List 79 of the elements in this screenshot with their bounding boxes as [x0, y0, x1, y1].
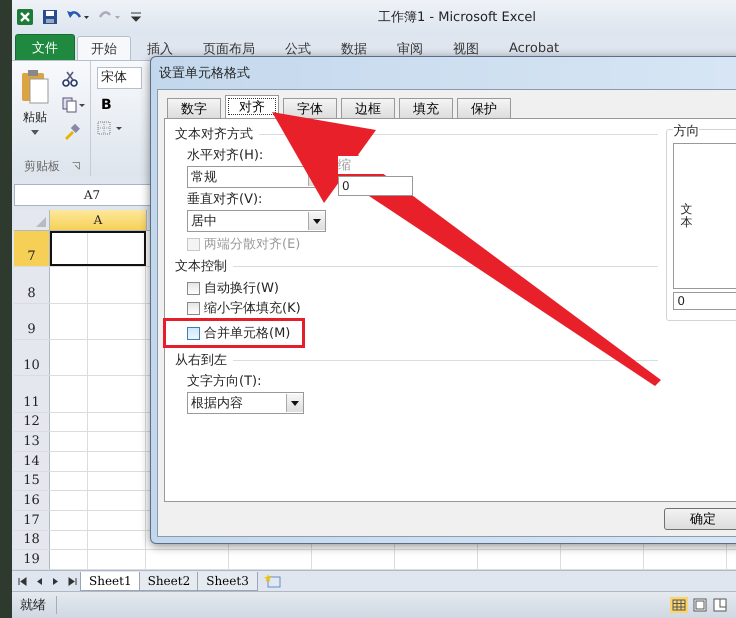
- text-direction-select[interactable]: 根据内容: [187, 392, 304, 414]
- scissors-icon[interactable]: [62, 71, 78, 87]
- dropdown-icon: [291, 400, 299, 406]
- row-header[interactable]: 8: [14, 267, 50, 303]
- normal-view-icon[interactable]: [670, 597, 688, 613]
- row-header[interactable]: 12: [14, 412, 50, 432]
- orientation-text: 文本: [680, 202, 692, 230]
- font-name-field[interactable]: 宋体: [97, 67, 142, 89]
- ribbon-tab[interactable]: 视图: [439, 36, 493, 60]
- paste-label[interactable]: 粘贴: [23, 109, 47, 126]
- clipboard-icon[interactable]: [20, 69, 50, 105]
- field-label: 垂直对齐(V):: [187, 191, 264, 208]
- checkbox-label: 两端分散对齐(E): [204, 236, 300, 253]
- next-sheet-icon[interactable]: [52, 576, 59, 586]
- grid-cell[interactable]: [50, 231, 146, 266]
- field-label: 文字方向(T):: [187, 373, 262, 390]
- row-header[interactable]: 13: [14, 432, 50, 452]
- section-heading: 文本控制: [175, 258, 227, 275]
- dialog-tab[interactable]: 填充: [399, 98, 453, 118]
- dialog-tab[interactable]: 数字: [167, 98, 221, 118]
- sheet-tab[interactable]: Sheet2: [138, 572, 200, 590]
- row-header[interactable]: 15: [14, 472, 50, 490]
- dialog-tab[interactable]: 对齐: [225, 95, 279, 118]
- dropdown-icon: [313, 218, 321, 224]
- dialog-title: 设置单元格格式: [159, 65, 250, 82]
- page-break-view-icon[interactable]: [712, 597, 728, 613]
- ok-button[interactable]: 确定: [664, 508, 736, 530]
- dialog-tab[interactable]: 保护: [457, 98, 511, 118]
- section-heading: 从右到左: [175, 352, 227, 369]
- checkbox[interactable]: [187, 282, 200, 294]
- checkbox-label: 缩小字体填充(K): [204, 300, 301, 317]
- sheet-tab[interactable]: Sheet1: [80, 572, 141, 590]
- row-header[interactable]: 14: [14, 452, 50, 471]
- sheet-tab[interactable]: Sheet3: [197, 572, 258, 590]
- ribbon-tab[interactable]: 数据: [327, 36, 381, 60]
- copy-icon[interactable]: [62, 97, 86, 113]
- new-sheet-icon[interactable]: [264, 574, 282, 588]
- caret-icon[interactable]: [31, 130, 39, 135]
- section-heading: 文本对齐方式: [175, 126, 253, 143]
- ribbon-tab[interactable]: Acrobat: [495, 36, 574, 60]
- section-heading: 方向: [673, 122, 700, 140]
- row-header[interactable]: 9: [14, 304, 50, 340]
- last-sheet-icon[interactable]: [68, 576, 77, 586]
- orientation-box[interactable]: 文本: [673, 143, 736, 289]
- dialog-tab[interactable]: 边框: [341, 98, 395, 118]
- bold-button[interactable]: B: [97, 97, 115, 113]
- ribbon-tab[interactable]: 开始: [77, 36, 131, 60]
- page-layout-view-icon[interactable]: [692, 597, 708, 613]
- row-header[interactable]: 7: [14, 231, 50, 266]
- degrees-field[interactable]: 0: [673, 292, 736, 310]
- group-label: 剪贴板: [24, 158, 60, 174]
- window-title: 工作簿1 - Microsoft Excel: [378, 9, 536, 26]
- borders-icon[interactable]: [97, 121, 123, 135]
- ribbon-tab[interactable]: 插入: [133, 36, 187, 60]
- checkbox[interactable]: [187, 326, 200, 340]
- row-header[interactable]: 10: [14, 340, 50, 376]
- ribbon-tab[interactable]: 文件: [15, 34, 75, 60]
- row-header[interactable]: 17: [14, 511, 50, 530]
- row-header[interactable]: 18: [14, 530, 50, 550]
- row-header[interactable]: 11: [14, 376, 50, 412]
- vertical-select[interactable]: 居中: [187, 210, 326, 232]
- first-sheet-icon[interactable]: [18, 576, 27, 586]
- checkbox-label: 自动换行(W): [204, 280, 279, 297]
- excel-logo-icon: [16, 8, 34, 26]
- dialog-launcher-icon[interactable]: [72, 162, 80, 170]
- dialog-tab[interactable]: 字体: [283, 98, 337, 118]
- checkbox-label: 合并单元格(M): [204, 325, 290, 342]
- checkbox[interactable]: [187, 302, 200, 314]
- status-text: 就绪: [20, 596, 57, 614]
- row-header[interactable]: 16: [14, 491, 50, 510]
- save-icon[interactable]: [42, 9, 58, 25]
- row-header[interactable]: 19: [14, 550, 50, 569]
- field-label: 水平对齐(H):: [187, 147, 264, 164]
- previous-sheet-icon[interactable]: [36, 576, 43, 586]
- ribbon-tab[interactable]: 公式: [271, 36, 325, 60]
- ribbon-tab[interactable]: 审阅: [383, 36, 437, 60]
- ribbon-tab[interactable]: 页面布局: [189, 36, 269, 60]
- column-header[interactable]: A: [50, 210, 147, 230]
- indent-spinner[interactable]: 0: [338, 176, 413, 196]
